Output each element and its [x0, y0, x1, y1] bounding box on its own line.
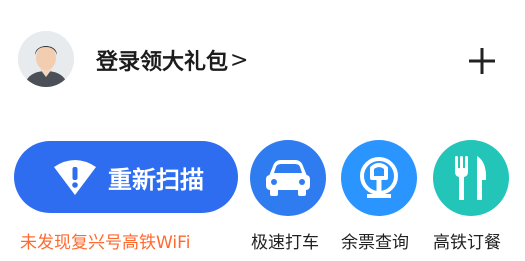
meal-order-button[interactable] [433, 140, 509, 216]
meal-order-label: 高铁订餐 [433, 233, 501, 253]
taxi-button[interactable] [250, 140, 326, 216]
wifi-not-found-text: 未发现复兴号高铁WiFi [20, 233, 191, 253]
car-icon [266, 160, 310, 196]
rescan-label: 重新扫描 [108, 165, 204, 194]
login-gift-link[interactable]: 登录领大礼包 > [96, 40, 248, 80]
avatar[interactable] [18, 31, 74, 87]
login-gift-label: 登录领大礼包 [96, 50, 229, 75]
taxi-label: 极速打车 [251, 233, 319, 253]
ticket-inquiry-label: 余票查询 [341, 233, 409, 253]
fork-knife-icon [455, 156, 487, 200]
add-button[interactable] [463, 42, 501, 80]
rescan-button[interactable]: 重新扫描 [14, 141, 238, 213]
ticket-inquiry-button[interactable] [341, 140, 417, 216]
train-logo-icon [360, 157, 398, 198]
wifi-warning-icon [54, 160, 96, 195]
plus-icon [469, 48, 495, 74]
chevron-right-icon: > [230, 47, 249, 73]
user-avatar-icon [18, 31, 74, 87]
